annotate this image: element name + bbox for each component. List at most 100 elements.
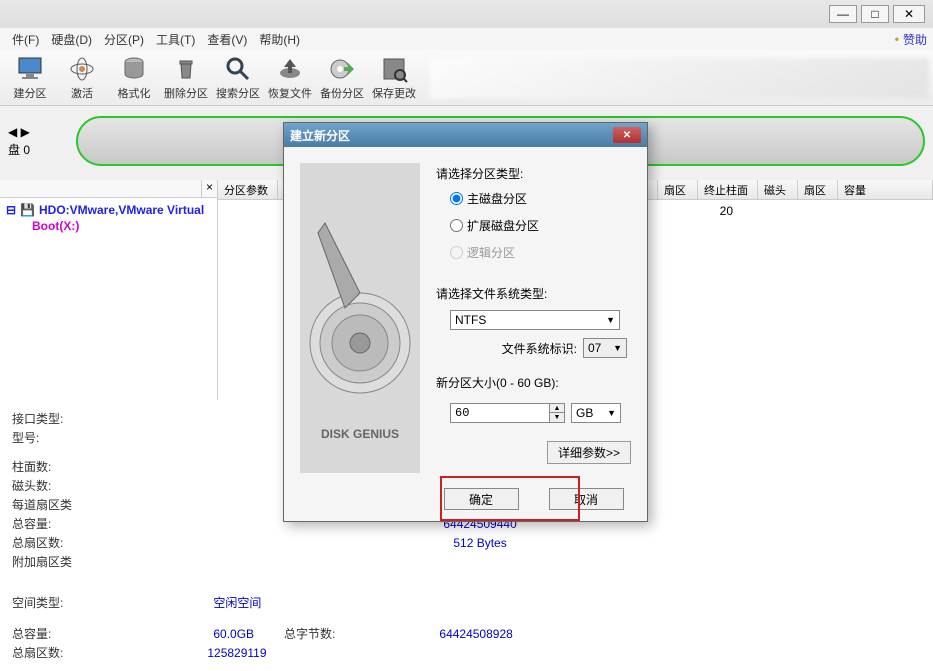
recover-icon — [276, 55, 304, 83]
disk-index-label: 盘 0 — [8, 141, 30, 158]
radio-extended[interactable]: 扩展磁盘分区 — [450, 217, 631, 234]
fs-id-value: 07 — [588, 341, 601, 355]
space-type-value: 空闲空间 — [213, 594, 261, 611]
header-params[interactable]: 分区参数 — [218, 180, 278, 199]
fs-type-label: 请选择文件系统类型: — [436, 285, 631, 302]
menu-tools[interactable]: 工具(T) — [150, 29, 201, 50]
header-capacity[interactable]: 容量 — [838, 180, 933, 199]
tree-child-node[interactable]: Boot(X:) — [30, 218, 213, 234]
dropdown-arrow-icon: ▼ — [607, 408, 616, 418]
toolbar-label: 备份分区 — [320, 85, 364, 101]
cap2-value: 60.0GB — [213, 627, 254, 641]
cyl-label: 柱面数: — [12, 458, 51, 475]
total-cap-label: 总容量: — [12, 515, 51, 532]
toolbar-label: 删除分区 — [164, 85, 208, 101]
header-head[interactable]: 磁头 — [758, 180, 798, 199]
dialog-close-button[interactable]: ✕ — [613, 127, 641, 143]
nav-arrows-icon: ◀ ▶ — [8, 125, 30, 139]
detail-params-button[interactable]: 详细参数>> — [547, 441, 631, 464]
fs-type-select[interactable]: NTFS ▼ — [450, 310, 620, 330]
iface-label: 接口类型: — [12, 410, 63, 427]
new-partition-dialog: 建立新分区 ✕ DISK GENIUS 请选择分区类型: 主磁盘分区 扩展磁 — [283, 122, 648, 522]
head-label: 磁头数: — [12, 477, 51, 494]
size-unit-select[interactable]: GB ▼ — [571, 403, 621, 423]
dialog-title-text: 建立新分区 — [290, 127, 350, 144]
menu-view[interactable]: 查看(V) — [201, 29, 253, 50]
radio-primary[interactable]: 主磁盘分区 — [450, 190, 631, 207]
size-unit-value: GB — [576, 406, 593, 420]
hdd-icon: 💾 — [20, 203, 35, 217]
close-button[interactable]: ✕ — [893, 5, 925, 23]
toolbar-recover-file[interactable]: 恢复文件 — [264, 52, 316, 104]
tree-root-label: HDO:VMware,VMware Virtual — [39, 203, 204, 217]
toolbar-search-partition[interactable]: 搜索分区 — [212, 52, 264, 104]
maximize-button[interactable]: □ — [861, 5, 889, 23]
toolbar-save-changes[interactable]: 保存更改 — [368, 52, 420, 104]
toolbar: 建分区 激活 格式化 删除分区 搜索分区 恢复文件 备份分区 保存更改 — [0, 50, 933, 106]
ok-button[interactable]: 确定 — [444, 488, 519, 510]
app-logo-blur — [430, 58, 929, 98]
disk-info-tail: 20 — [720, 204, 733, 218]
magnifier-icon — [224, 55, 252, 83]
save-icon — [380, 55, 408, 83]
toolbar-label: 激活 — [71, 85, 93, 101]
dialog-hdd-image: DISK GENIUS — [300, 163, 420, 473]
dialog-form: 请选择分区类型: 主磁盘分区 扩展磁盘分区 逻辑分区 请选择文件系统类型: NT… — [436, 163, 631, 510]
menu-disk[interactable]: 硬盘(D) — [45, 29, 98, 50]
toolbar-label: 格式化 — [118, 85, 151, 101]
toolbar-delete-partition[interactable]: 删除分区 — [160, 52, 212, 104]
dropdown-arrow-icon: ▼ — [613, 343, 622, 353]
minus-icon: ⊟ — [6, 203, 16, 217]
size-spinbox[interactable]: ▲ ▼ — [450, 403, 565, 423]
disk-bar-left: ◀ ▶ 盘 0 — [8, 125, 68, 158]
toolbar-label: 搜索分区 — [216, 85, 260, 101]
radio-logical-label: 逻辑分区 — [467, 244, 515, 261]
appended-label: 附加扇区类 — [12, 553, 72, 570]
fs-id-select: 07 ▼ — [583, 338, 627, 358]
radio-logical: 逻辑分区 — [450, 244, 631, 261]
radio-extended-input[interactable] — [450, 219, 463, 232]
menu-partition[interactable]: 分区(P) — [98, 29, 150, 50]
radio-primary-input[interactable] — [450, 192, 463, 205]
menu-file[interactable]: 件(F) — [6, 29, 45, 50]
menu-bar: 件(F) 硬盘(D) 分区(P) 工具(T) 查看(V) 帮助(H) 赞助 — [0, 28, 933, 50]
header-end-cyl[interactable]: 终止柱面 — [698, 180, 758, 199]
window-titlebar: — □ ✕ — [0, 0, 933, 28]
toolbar-new-partition[interactable]: 建分区 — [4, 52, 56, 104]
fs-select-value: NTFS — [455, 313, 486, 327]
cylinder-icon — [120, 55, 148, 83]
header-sector2[interactable]: 扇区 — [798, 180, 838, 199]
toolbar-label: 恢复文件 — [268, 85, 312, 101]
size-input[interactable] — [450, 403, 550, 423]
toolbar-label: 保存更改 — [372, 85, 416, 101]
trash-icon — [172, 55, 200, 83]
svg-text:DISK GENIUS: DISK GENIUS — [321, 427, 399, 441]
panel-close-icon[interactable]: × — [201, 180, 217, 197]
dropdown-arrow-icon: ▼ — [606, 315, 615, 325]
monitor-icon — [16, 55, 44, 83]
toolbar-format[interactable]: 格式化 — [108, 52, 160, 104]
model-label: 型号: — [12, 429, 39, 446]
tree-root-node[interactable]: ⊟ 💾 HDO:VMware,VMware Virtual — [4, 202, 213, 218]
total-sec2-value: 125829119 — [207, 646, 266, 660]
space-type-label: 空间类型: — [12, 594, 63, 611]
disc-arrow-icon — [328, 55, 356, 83]
spin-down-button[interactable]: ▼ — [550, 413, 564, 422]
cancel-button[interactable]: 取消 — [549, 488, 624, 510]
cap2-label: 总容量: — [12, 625, 51, 642]
total-sec-label: 总扇区数: — [12, 534, 63, 551]
atom-icon — [68, 55, 96, 83]
spin-up-button[interactable]: ▲ — [550, 404, 564, 413]
bytes-value: 512 Bytes — [453, 536, 506, 550]
menu-help[interactable]: 帮助(H) — [253, 29, 306, 50]
header-sector[interactable]: 扇区 — [658, 180, 698, 199]
total-sec2-label: 总扇区数: — [12, 644, 63, 661]
sponsor-link[interactable]: 赞助 — [895, 31, 927, 48]
tree-header: × — [0, 180, 217, 198]
toolbar-activate[interactable]: 激活 — [56, 52, 108, 104]
dialog-titlebar[interactable]: 建立新分区 ✕ — [284, 123, 647, 147]
minimize-button[interactable]: — — [829, 5, 857, 23]
toolbar-label: 建分区 — [14, 85, 47, 101]
toolbar-backup-partition[interactable]: 备份分区 — [316, 52, 368, 104]
size-label: 新分区大小(0 - 60 GB): — [436, 374, 631, 391]
